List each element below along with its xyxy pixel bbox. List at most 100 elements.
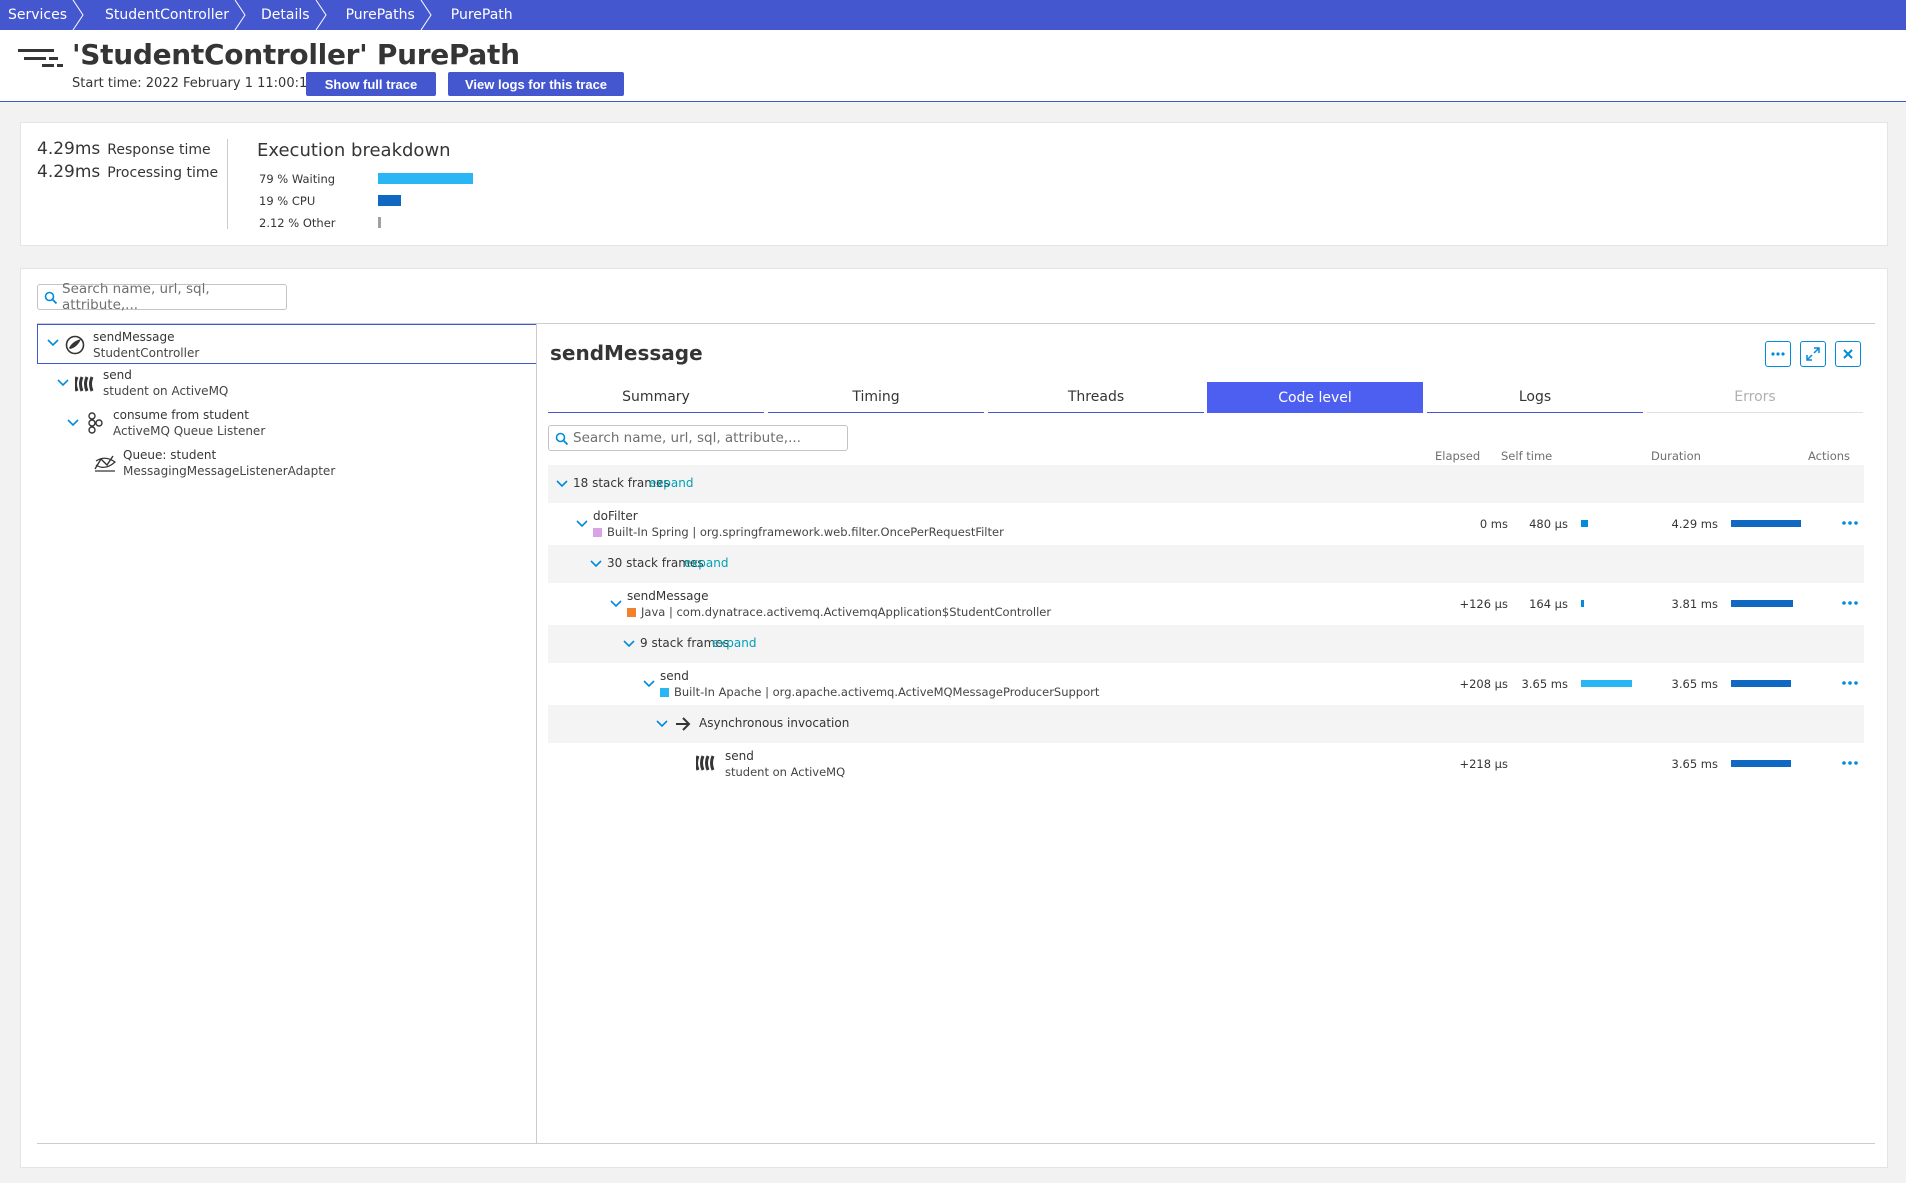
breadcrumb-label: Services (8, 7, 68, 23)
activemq-icon (75, 376, 94, 392)
tree-node-name: consume from student (113, 408, 249, 422)
more-icon[interactable] (1840, 593, 1860, 613)
method-name: sendMessage (627, 589, 709, 603)
expand-link[interactable]: expand (649, 476, 693, 490)
duration-bar (1731, 600, 1794, 607)
chevron-down-icon[interactable] (576, 520, 588, 528)
breadcrumb-label: PurePaths (345, 7, 415, 23)
self-time-value: 3.65 ms (1521, 677, 1568, 691)
tree-search-input[interactable]: Search name, url, sql, attribute,... (37, 281, 287, 313)
method-tech-label: Built-In Spring | org.springframework.we… (607, 525, 1004, 539)
duration-value: 4.29 ms (1671, 517, 1718, 531)
technology-color-icon (627, 607, 636, 617)
self-time-value: 164 µs (1529, 597, 1568, 611)
chevron-down-icon[interactable] (643, 680, 655, 688)
tree-node-subtitle: ActiveMQ Queue Listener (113, 424, 266, 438)
purepath-panel: Search name, url, sql, attribute,... sen… (20, 268, 1888, 1168)
show-full-trace-button[interactable]: Show full trace (306, 72, 436, 96)
async-child-send[interactable]: send student on ActiveMQ +218 µs 3.65 ms (548, 743, 1864, 785)
tree-node-send[interactable]: send student on ActiveMQ (37, 364, 537, 404)
maximize-button[interactable] (1800, 341, 1826, 367)
code-search-input[interactable]: Search name, url, sql, attribute,... (548, 425, 848, 451)
duration-bar (1731, 520, 1801, 527)
more-options-button[interactable] (1765, 341, 1791, 367)
breadcrumb-details[interactable]: Details (245, 0, 327, 30)
more-icon[interactable] (1840, 673, 1860, 693)
more-icon[interactable] (1840, 753, 1860, 773)
tree-node-consume[interactable]: consume from student ActiveMQ Queue List… (37, 404, 537, 444)
tab-code-level[interactable]: Code level (1207, 382, 1423, 413)
search-placeholder: Search name, url, sql, attribute,... (573, 430, 801, 446)
search-placeholder: Search name, url, sql, attribute,... (62, 281, 210, 313)
tree-node-subtitle: student on ActiveMQ (103, 384, 229, 398)
method-row-send[interactable]: send Built-In Apache | org.apache.active… (548, 663, 1864, 705)
stack-frames-row[interactable]: 9 stack frames expand (548, 625, 1864, 663)
chevron-down-icon[interactable] (590, 560, 602, 568)
processing-time: 4.29ms Processing time (37, 162, 218, 182)
method-row-sendmessage[interactable]: sendMessage Java | com.dynatrace.activem… (548, 583, 1864, 625)
page-title: 'StudentController' PurePath (72, 38, 520, 71)
search-icon (555, 432, 569, 446)
method-tech-label: student on ActiveMQ (725, 765, 846, 779)
self-time-bar (1581, 680, 1633, 687)
processing-time-value: 4.29ms (37, 162, 101, 182)
tab-logs[interactable]: Logs (1427, 382, 1643, 413)
tab-summary[interactable]: Summary (548, 382, 764, 413)
tree-node-queue[interactable]: Queue: student MessagingMessageListenerA… (37, 444, 537, 484)
tree-node-name: send (103, 368, 132, 382)
close-button[interactable] (1835, 341, 1861, 367)
breadcrumb-studentcontroller[interactable]: StudentController (83, 0, 246, 30)
breadcrumb-purepath[interactable]: PurePath (431, 0, 529, 30)
response-time: 4.29ms Response time (37, 139, 211, 159)
duration-bar (1731, 760, 1791, 767)
duration-value: 3.81 ms (1671, 597, 1718, 611)
chevron-down-icon[interactable] (47, 339, 59, 347)
chevron-down-icon[interactable] (67, 419, 79, 427)
async-invocation-label: Asynchronous invocation (699, 716, 850, 730)
response-time-label: Response time (107, 142, 211, 158)
breadcrumb-label: Details (261, 7, 310, 23)
breakdown-label-cpu: 19 % CPU (259, 194, 316, 208)
tab-threads[interactable]: Threads (988, 382, 1204, 413)
chevron-down-icon[interactable] (57, 379, 69, 387)
close-icon (1843, 349, 1853, 359)
column-elapsed[interactable]: Elapsed (1435, 449, 1480, 463)
method-row-dofilter[interactable]: doFilter Built-In Spring | org.springfra… (548, 503, 1864, 545)
column-duration[interactable]: Duration (1651, 449, 1701, 463)
duration-value: 3.65 ms (1671, 677, 1718, 691)
divider (37, 1143, 1875, 1144)
tab-errors: Errors (1647, 382, 1863, 413)
breadcrumb-label: PurePath (450, 7, 513, 23)
method-tech: student on ActiveMQ (725, 765, 845, 779)
stack-frames-row[interactable]: 18 stack frames expand (548, 465, 1864, 503)
expand-link[interactable]: expand (712, 636, 756, 650)
breadcrumb-label: StudentController (105, 7, 230, 23)
self-time-value: 480 µs (1529, 517, 1568, 531)
expand-icon (1806, 347, 1820, 361)
breadcrumb-services[interactable]: Services (0, 0, 84, 30)
self-time-bar (1581, 600, 1584, 607)
view-logs-button[interactable]: View logs for this trace (448, 72, 624, 96)
breadcrumb-purepaths[interactable]: PurePaths (326, 0, 432, 30)
more-icon[interactable] (1840, 513, 1860, 533)
splitter[interactable] (536, 324, 537, 1144)
purepath-icon (18, 49, 63, 67)
chevron-down-icon[interactable] (656, 720, 668, 728)
chevron-down-icon[interactable] (556, 480, 568, 488)
chevron-down-icon[interactable] (610, 600, 622, 608)
method-tech: Built-In Spring | org.springframework.we… (593, 525, 1004, 539)
method-tech-label: Java | com.dynatrace.activemq.ActivemqAp… (641, 605, 1052, 619)
divider (227, 139, 228, 229)
stack-frames-row[interactable]: 30 stack frames expand (548, 545, 1864, 583)
column-self-time[interactable]: Self time (1501, 449, 1552, 463)
tab-timing[interactable]: Timing (768, 382, 984, 413)
queue-icon (94, 455, 116, 472)
elapsed-value: +218 µs (1459, 757, 1508, 771)
method-tech-label: Built-In Apache | org.apache.activemq.Ac… (674, 685, 1100, 699)
expand-link[interactable]: expand (684, 556, 728, 570)
tree-node-sendmessage[interactable]: sendMessage StudentController (37, 324, 537, 364)
chevron-down-icon[interactable] (623, 640, 635, 648)
duration-value: 3.65 ms (1671, 757, 1718, 771)
tree-node-subtitle: MessagingMessageListenerAdapter (123, 464, 336, 478)
async-invocation-row[interactable]: Asynchronous invocation (548, 705, 1864, 743)
